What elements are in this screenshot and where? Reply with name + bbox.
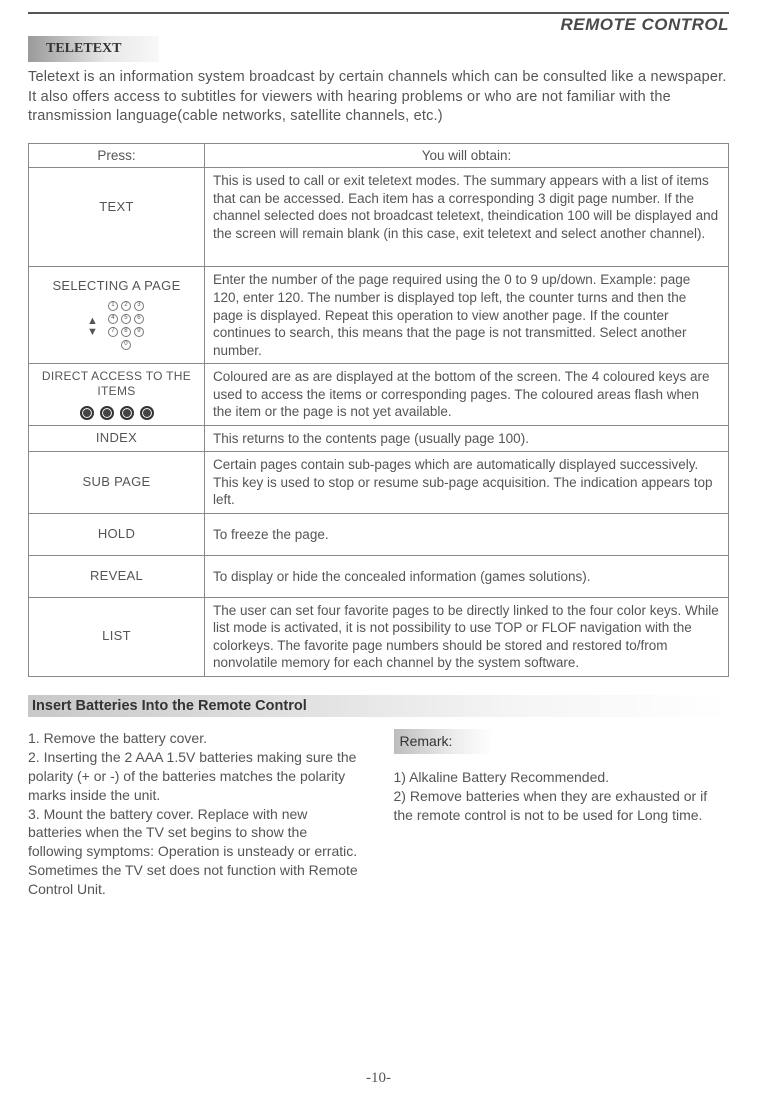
- keypad-icon: 123 456 789 0: [108, 301, 146, 352]
- row-reveal-label: REVEAL: [37, 568, 196, 585]
- battery-steps: 1. Remove the battery cover. 2. Insertin…: [28, 729, 364, 899]
- row-hold-label: HOLD: [37, 526, 196, 543]
- arrow-updown-icon: ▲▼: [87, 316, 98, 338]
- row-list-desc: The user can set four favorite pages to …: [205, 597, 729, 676]
- row-direct-desc: Coloured are as are displayed at the bot…: [205, 364, 729, 426]
- row-hold-desc: To freeze the page.: [205, 513, 729, 555]
- row-select-label: SELECTING A PAGE: [37, 278, 196, 295]
- page-number: -10-: [366, 1070, 391, 1087]
- remark-tag: Remark:: [394, 729, 493, 754]
- page-header: REMOTE CONTROL: [561, 15, 730, 35]
- teletext-table: Press: You will obtain: TEXT This is use…: [28, 143, 729, 677]
- row-text-label: TEXT: [37, 199, 196, 216]
- row-subpage-label: SUB PAGE: [37, 474, 196, 491]
- row-reveal-desc: To display or hide the concealed informa…: [205, 555, 729, 597]
- row-text-desc: This is used to call or exit teletext mo…: [205, 168, 729, 267]
- select-page-icons: ▲▼ 123 456 789 0: [37, 301, 196, 352]
- section-tag-teletext: TELETEXT: [28, 36, 159, 62]
- row-direct-label: DIRECT ACCESS TO THE ITEMS: [37, 369, 196, 400]
- header-rule: [28, 12, 729, 14]
- row-index-label: INDEX: [37, 430, 196, 447]
- remark-body: 1) Alkaline Battery Recommended. 2) Remo…: [394, 768, 730, 825]
- th-obtain: You will obtain:: [205, 143, 729, 168]
- row-list-label: LIST: [37, 628, 196, 645]
- row-index-desc: This returns to the contents page (usual…: [205, 425, 729, 452]
- battery-heading: Insert Batteries Into the Remote Control: [28, 695, 729, 717]
- color-keys-icon: [37, 406, 196, 420]
- teletext-intro: Teletext is an information system broadc…: [28, 68, 729, 127]
- row-select-desc: Enter the number of the page required us…: [205, 267, 729, 364]
- th-press: Press:: [29, 143, 205, 168]
- row-subpage-desc: Certain pages contain sub-pages which ar…: [205, 452, 729, 514]
